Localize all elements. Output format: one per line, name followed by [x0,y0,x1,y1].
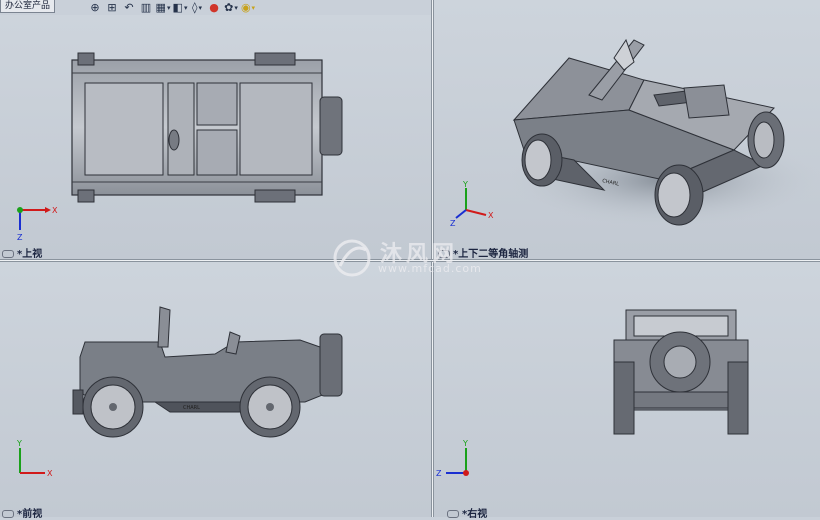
svg-text:Z: Z [17,233,23,242]
viewport-right[interactable] [434,262,820,517]
apply-scene-icon[interactable]: ✿ ▾ [224,1,238,14]
viewport-front[interactable]: CHARL [0,262,431,517]
svg-text:X: X [52,206,58,215]
axis-triad-right: Y Z [436,439,469,478]
zoom-area-icon[interactable]: ⊞ [105,1,119,14]
viewport-label-right: *右视 [447,505,487,520]
axis-triad-top: X Z [17,206,58,242]
side-hood-text: CHARL [183,405,200,411]
display-style-icon[interactable]: ◧ ▾ [173,1,188,14]
watermark-url: www.mfcad.com [378,262,482,275]
svg-text:Z: Z [450,219,456,228]
edit-appearance-icon[interactable]: ● [207,1,221,14]
svg-text:Z: Z [436,469,442,478]
view-settings-icon[interactable]: ◉ ▾ [241,1,255,14]
axis-triad-front: Y X [16,439,53,478]
svg-text:Y: Y [462,439,468,448]
svg-text:X: X [47,469,53,478]
viewport-top[interactable] [0,15,431,259]
document-tab[interactable]: 办公室产品 [0,0,56,13]
jeep-right-view [613,309,749,435]
svg-text:Y: Y [16,439,22,448]
svg-text:X: X [488,211,494,220]
section-view-icon[interactable]: ▥ [139,1,153,14]
jeep-front-view: CHARL [72,306,343,438]
jeep-top-view [71,52,343,203]
viewport-label-front: *前视 [2,505,42,520]
axis-triad-iso: Y X Z [450,180,494,228]
view-camera-icon [2,250,14,258]
zoom-to-fit-icon[interactable]: ⊕ [88,1,102,14]
previous-view-icon[interactable]: ↶ [122,1,136,14]
svg-text:Y: Y [462,180,468,189]
hide-show-items-icon[interactable]: ◊ ▾ [190,1,204,14]
view-orientation-icon[interactable]: ▦ ▾ [156,1,171,14]
viewport-label-top: *上视 [2,245,42,260]
heads-up-view-toolbar: ⊕ ⊞ ↶ ▥ ▦ ▾ ◧ ▾ ◊ ▾ ● ✿ ▾ ◉ ▾ [88,0,255,15]
